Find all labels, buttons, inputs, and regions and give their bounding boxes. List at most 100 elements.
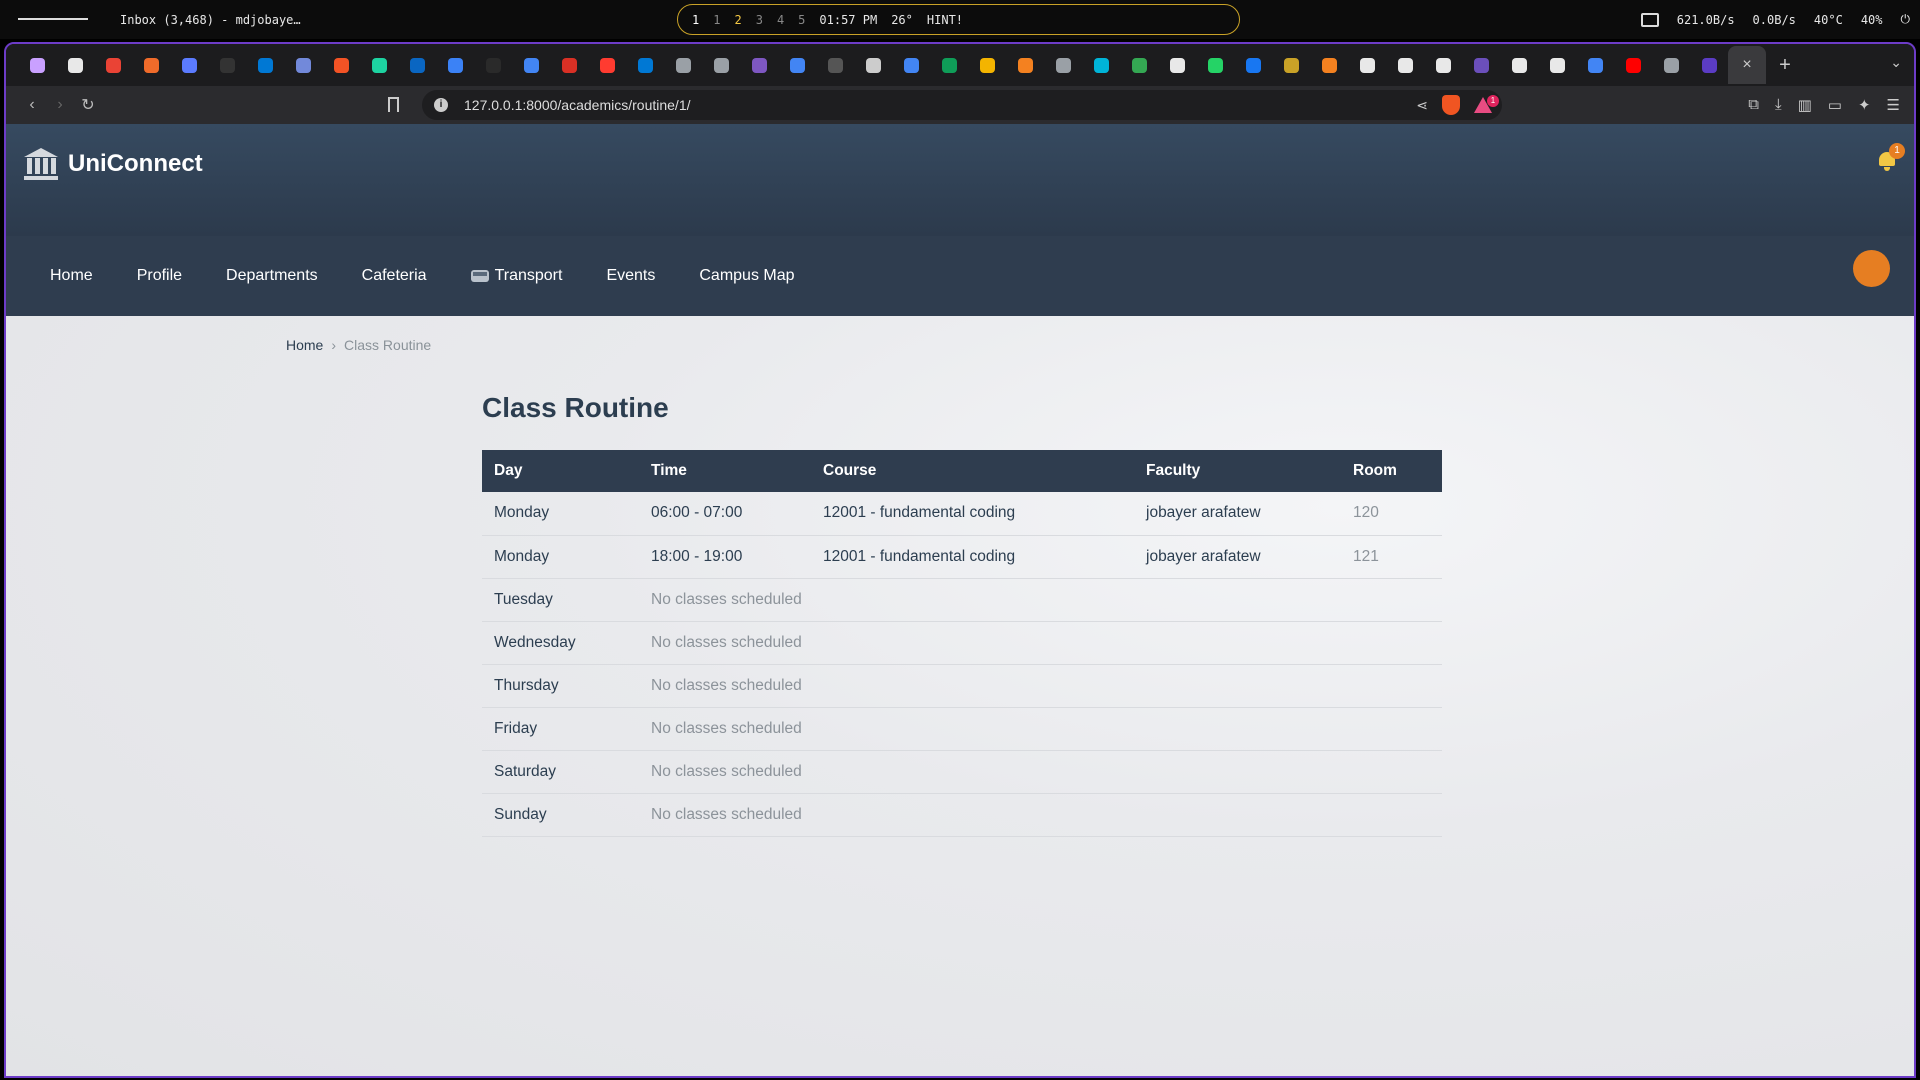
browser-tab[interactable] [1424, 46, 1462, 84]
browser-tab[interactable] [208, 46, 246, 84]
table-row: Monday 06:00 - 07:00 12001 - fundamental c… [482, 492, 1442, 536]
browser-tab[interactable] [1614, 46, 1652, 84]
tab-list-chevron-icon[interactable]: ⌄ [1890, 54, 1902, 71]
browser-tab[interactable] [170, 46, 208, 84]
workspace-1[interactable]: 1 [692, 13, 699, 27]
wallet-icon[interactable]: ▭ [1828, 96, 1842, 114]
notification-bell-icon[interactable]: 1 [1878, 143, 1905, 172]
nav-campus-map[interactable]: Campus Map [677, 257, 816, 295]
browser-tab[interactable] [1500, 46, 1538, 84]
downloads-icon[interactable]: ⤓ [1775, 96, 1782, 114]
browser-tab[interactable] [322, 46, 360, 84]
browser-tab[interactable] [398, 46, 436, 84]
reload-button[interactable]: ↻ [74, 95, 102, 115]
workspace-1b[interactable]: 1 [713, 13, 720, 27]
browser-tab[interactable] [1044, 46, 1082, 84]
new-tab-button[interactable]: + [1766, 54, 1804, 77]
tab-favicon-icon [941, 57, 957, 73]
browser-tab[interactable] [512, 46, 550, 84]
browser-tab[interactable] [436, 46, 474, 84]
browser-tab[interactable] [854, 46, 892, 84]
workspace-2[interactable]: 2 [734, 13, 741, 27]
browser-tab[interactable] [1006, 46, 1044, 84]
workspace-5[interactable]: 5 [798, 13, 805, 27]
browser-tab[interactable] [892, 46, 930, 84]
browser-tab[interactable] [1234, 46, 1272, 84]
nav-departments[interactable]: Departments [204, 257, 340, 295]
menu-icon[interactable]: ☰ [1887, 96, 1900, 114]
browser-tab[interactable] [94, 46, 132, 84]
browser-tab[interactable] [702, 46, 740, 84]
browser-tab[interactable] [246, 46, 284, 84]
hint-label[interactable]: HINT! [927, 13, 963, 27]
browser-tab[interactable] [1652, 46, 1690, 84]
workspace-4[interactable]: 4 [777, 13, 784, 27]
url-text[interactable]: 127.0.0.1:8000/academics/routine/1/ [464, 97, 691, 113]
brand-name[interactable]: UniConnect [68, 150, 203, 178]
browser-tab[interactable] [1158, 46, 1196, 84]
share-icon[interactable]: ⋖ [1416, 97, 1428, 114]
browser-tab[interactable] [360, 46, 398, 84]
back-button[interactable]: ‹ [18, 96, 46, 114]
sidebar-icon[interactable]: ▥ [1798, 96, 1812, 114]
workspace-3[interactable]: 3 [756, 13, 763, 27]
col-header-faculty: Faculty [1134, 450, 1341, 492]
browser-tab[interactable] [1196, 46, 1234, 84]
extensions-icon[interactable]: ⧉ [1748, 96, 1759, 114]
brave-rewards-icon[interactable]: 1 [1474, 95, 1499, 113]
browser-tab[interactable] [1538, 46, 1576, 84]
browser-tab[interactable] [968, 46, 1006, 84]
browser-tab[interactable] [778, 46, 816, 84]
brave-shields-icon[interactable] [1442, 95, 1460, 115]
tab-favicon-icon [219, 57, 235, 73]
forward-button[interactable]: › [46, 96, 74, 114]
browser-tab[interactable] [56, 46, 94, 84]
tab-favicon-icon [865, 57, 881, 73]
browser-tab[interactable] [1576, 46, 1614, 84]
tab-favicon-icon [1245, 57, 1261, 73]
browser-tab[interactable] [1120, 46, 1158, 84]
nav-transport[interactable]: Transport [449, 257, 585, 295]
volume[interactable]: 40% [1861, 13, 1883, 27]
browser-tab[interactable] [1272, 46, 1310, 84]
browser-tab[interactable] [1690, 46, 1728, 84]
cell-faculty: jobayer arafatew [1134, 535, 1341, 579]
nav-events[interactable]: Events [584, 257, 677, 295]
brand[interactable]: UniConnect [24, 148, 203, 180]
cell-faculty [1134, 621, 1341, 665]
browser-tab[interactable] [588, 46, 626, 84]
power-icon[interactable]: ⏻ [1901, 12, 1911, 27]
browser-tab[interactable] [1462, 46, 1500, 84]
browser-tab[interactable] [18, 46, 56, 84]
browser-tab[interactable] [930, 46, 968, 84]
browser-tab[interactable] [626, 46, 664, 84]
site-info-icon[interactable]: i [434, 98, 448, 112]
user-avatar[interactable] [1853, 250, 1890, 287]
nav-home[interactable]: Home [28, 257, 115, 295]
nav-profile[interactable]: Profile [115, 257, 204, 295]
bookmark-icon[interactable] [388, 97, 399, 112]
browser-tab[interactable] [474, 46, 512, 84]
breadcrumb-home[interactable]: Home [286, 337, 323, 353]
browser-tab[interactable] [1386, 46, 1424, 84]
cell-room [1341, 750, 1442, 794]
browser-tab[interactable] [664, 46, 702, 84]
browser-tab[interactable] [1348, 46, 1386, 84]
nav-cafeteria[interactable]: Cafeteria [340, 257, 449, 295]
active-tab-close-icon[interactable]: × [1728, 46, 1766, 84]
browser-tab[interactable] [816, 46, 854, 84]
screen-icon[interactable] [1640, 12, 1659, 27]
browser-tab[interactable] [1310, 46, 1348, 84]
browser-tab[interactable] [284, 46, 322, 84]
tab-favicon-icon [67, 57, 83, 73]
cell-course [811, 621, 1134, 665]
address-bar[interactable]: i 127.0.0.1:8000/academics/routine/1/ ⋖ … [422, 90, 1502, 120]
tab-favicon-icon [1549, 57, 1565, 73]
browser-tab[interactable] [740, 46, 778, 84]
leo-ai-icon[interactable]: ✦ [1858, 96, 1871, 114]
browser-tab[interactable] [132, 46, 170, 84]
browser-tab[interactable] [1082, 46, 1120, 84]
tab-favicon-icon [371, 57, 387, 73]
tab-favicon-icon [561, 57, 577, 73]
browser-tab[interactable] [550, 46, 588, 84]
